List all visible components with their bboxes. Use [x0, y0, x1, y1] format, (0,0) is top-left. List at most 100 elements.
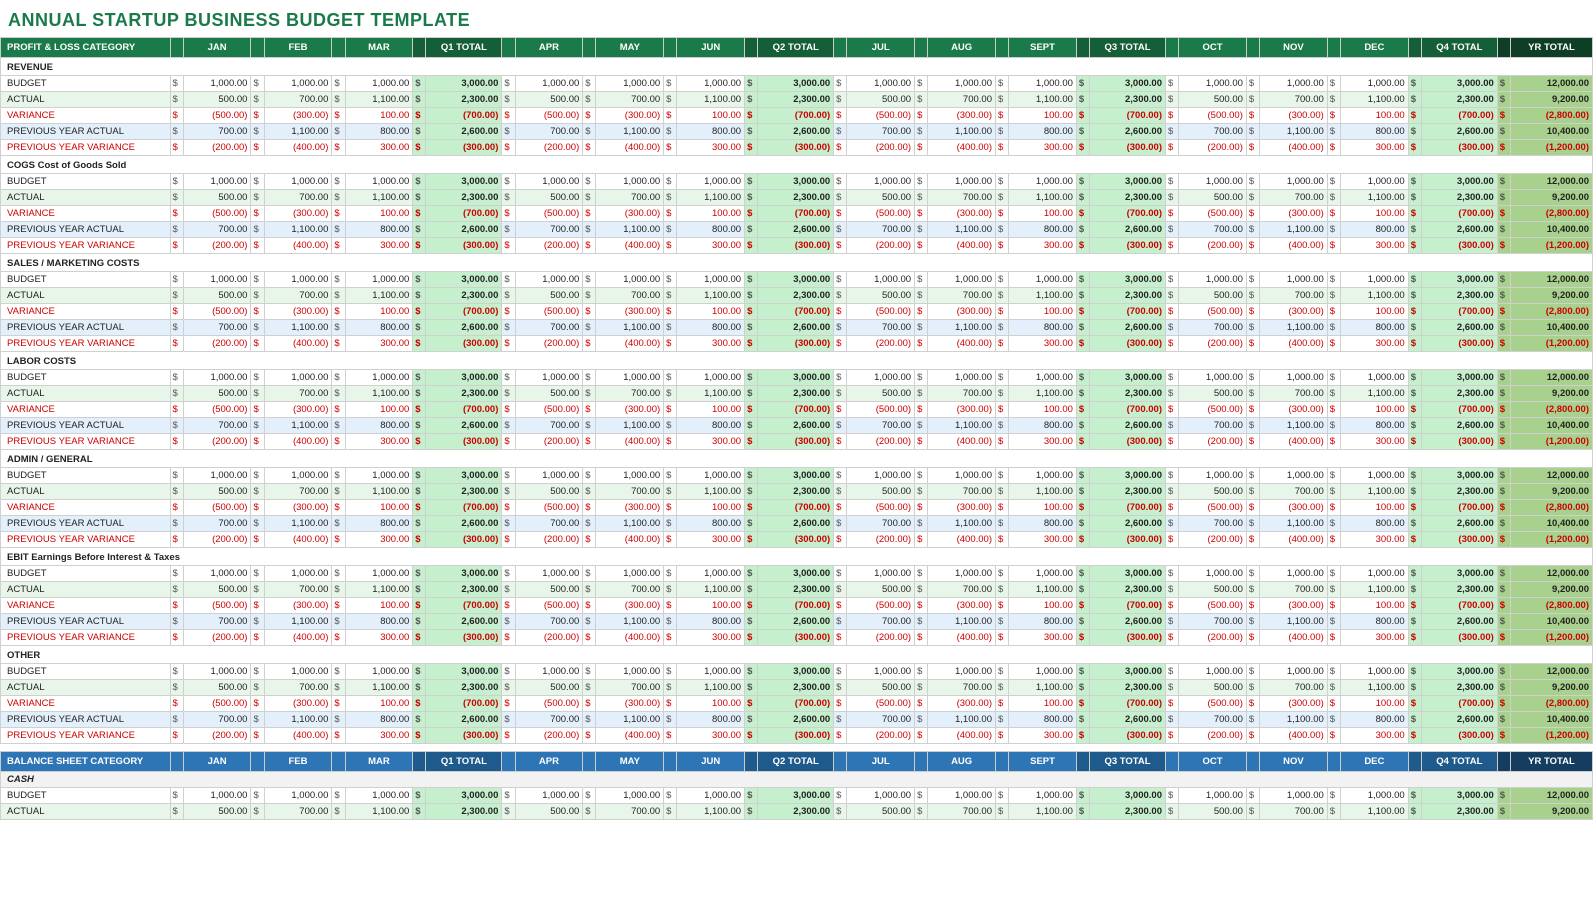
cell-value: 300.00	[1009, 532, 1077, 548]
cell-value: 1,100.00	[596, 516, 664, 532]
cell-value: 300.00	[1009, 728, 1077, 744]
dollar-sign: $	[583, 336, 596, 352]
dollar-sign: $	[995, 664, 1008, 680]
dollar-sign: $	[170, 92, 183, 108]
dollar-sign: $	[1076, 238, 1089, 254]
dollar-sign: $	[995, 320, 1008, 336]
dollar-sign: $	[1497, 598, 1510, 614]
dollar-sign: $	[502, 92, 515, 108]
cell-value: 2,300.00	[1421, 288, 1497, 304]
dollar-sign: $	[502, 320, 515, 336]
dollar-sign: $	[1246, 140, 1259, 156]
cell-value: (300.00)	[1090, 434, 1166, 450]
dollar-sign: $	[251, 320, 264, 336]
cell-value: 100.00	[345, 696, 413, 712]
table-row: VARIANCE $(500.00)$(300.00)$100.00$(700.…	[1, 598, 1593, 614]
cell-value: 1,000.00	[515, 664, 583, 680]
dollar-sign: $	[834, 386, 847, 402]
header-dec-dollar	[1327, 38, 1340, 58]
dollar-sign: $	[745, 124, 758, 140]
dollar-sign: $	[583, 272, 596, 288]
dollar-sign: $	[1408, 92, 1421, 108]
cell-value: 2,600.00	[426, 320, 502, 336]
dollar-sign: $	[1408, 222, 1421, 238]
header-feb: FEB	[264, 38, 332, 58]
dollar-sign: $	[170, 386, 183, 402]
cell-value: 800.00	[345, 320, 413, 336]
dollar-sign: $	[995, 190, 1008, 206]
cell-value: 800.00	[345, 614, 413, 630]
dollar-sign: $	[1076, 468, 1089, 484]
cell-value: 800.00	[1340, 124, 1408, 140]
cell-value: 2,300.00	[1421, 804, 1497, 820]
dollar-sign: $	[170, 532, 183, 548]
dollar-sign: $	[502, 272, 515, 288]
cell-value: 1,000.00	[515, 788, 583, 804]
cell-value: 300.00	[1340, 532, 1408, 548]
dollar-sign: $	[1327, 238, 1340, 254]
dollar-sign: $	[332, 532, 345, 548]
dollar-sign: $	[995, 614, 1008, 630]
dollar-sign: $	[251, 664, 264, 680]
dollar-sign: $	[170, 728, 183, 744]
dollar-sign: $	[664, 434, 677, 450]
cell-value: 1,000.00	[677, 174, 745, 190]
cell-value: 800.00	[345, 418, 413, 434]
dollar-sign: $	[1497, 402, 1510, 418]
dollar-sign: $	[332, 238, 345, 254]
cell-value: 2,600.00	[1421, 418, 1497, 434]
cell-value: 3,000.00	[426, 76, 502, 92]
dollar-sign: $	[834, 288, 847, 304]
row-label: PREVIOUS YEAR ACTUAL	[1, 712, 171, 728]
dollar-sign: $	[251, 206, 264, 222]
cell-value: (400.00)	[596, 434, 664, 450]
row-label: ACTUAL	[1, 386, 171, 402]
cell-value: (700.00)	[426, 696, 502, 712]
dollar-sign: $	[915, 804, 928, 820]
cell-value: (700.00)	[1090, 598, 1166, 614]
cell-value: 800.00	[1340, 712, 1408, 728]
dollar-sign: $	[1327, 712, 1340, 728]
cell-value: 1,100.00	[677, 386, 745, 402]
table-header-row: PROFIT & LOSS CATEGORY JAN FEB MAR Q1 TO…	[1, 38, 1593, 58]
section-header-row: OTHER	[1, 646, 1593, 664]
dollar-sign: $	[915, 288, 928, 304]
cell-value: 1,000.00	[596, 468, 664, 484]
cell-value: (2,800.00)	[1510, 696, 1592, 712]
cell-value: 2,300.00	[426, 680, 502, 696]
bh-oct-d	[1165, 752, 1178, 772]
section-label: SALES / MARKETING COSTS	[1, 254, 1593, 272]
cell-value: 700.00	[515, 614, 583, 630]
cell-value: 1,000.00	[1009, 664, 1077, 680]
cell-value: 700.00	[264, 288, 332, 304]
cell-value: (400.00)	[1260, 728, 1328, 744]
dollar-sign: $	[834, 76, 847, 92]
bh-q1: Q1 TOTAL	[426, 752, 502, 772]
cell-value: 1,000.00	[1340, 272, 1408, 288]
dollar-sign: $	[995, 712, 1008, 728]
dollar-sign: $	[502, 664, 515, 680]
dollar-sign: $	[1165, 712, 1178, 728]
cell-value: (200.00)	[183, 238, 251, 254]
dollar-sign: $	[1327, 566, 1340, 582]
dollar-sign: $	[745, 386, 758, 402]
dollar-sign: $	[745, 140, 758, 156]
dollar-sign: $	[1327, 320, 1340, 336]
section-header-row: COGS Cost of Goods Sold	[1, 156, 1593, 174]
dollar-sign: $	[1076, 336, 1089, 352]
dollar-sign: $	[1076, 614, 1089, 630]
table-row: ACTUAL $500.00$700.00$1,100.00$2,300.00$…	[1, 582, 1593, 598]
dollar-sign: $	[664, 582, 677, 598]
table-row: PREVIOUS YEAR VARIANCE $(200.00)$(400.00…	[1, 532, 1593, 548]
row-label: BUDGET	[1, 468, 171, 484]
cell-value: (300.00)	[1421, 336, 1497, 352]
cell-value: 800.00	[1340, 222, 1408, 238]
cell-value: 1,100.00	[264, 222, 332, 238]
cell-value: (500.00)	[847, 108, 915, 124]
dollar-sign: $	[915, 418, 928, 434]
cell-value: (500.00)	[183, 500, 251, 516]
cell-value: 1,000.00	[345, 272, 413, 288]
dollar-sign: $	[995, 630, 1008, 646]
cell-value: 3,000.00	[1090, 174, 1166, 190]
cell-value: (300.00)	[1090, 728, 1166, 744]
